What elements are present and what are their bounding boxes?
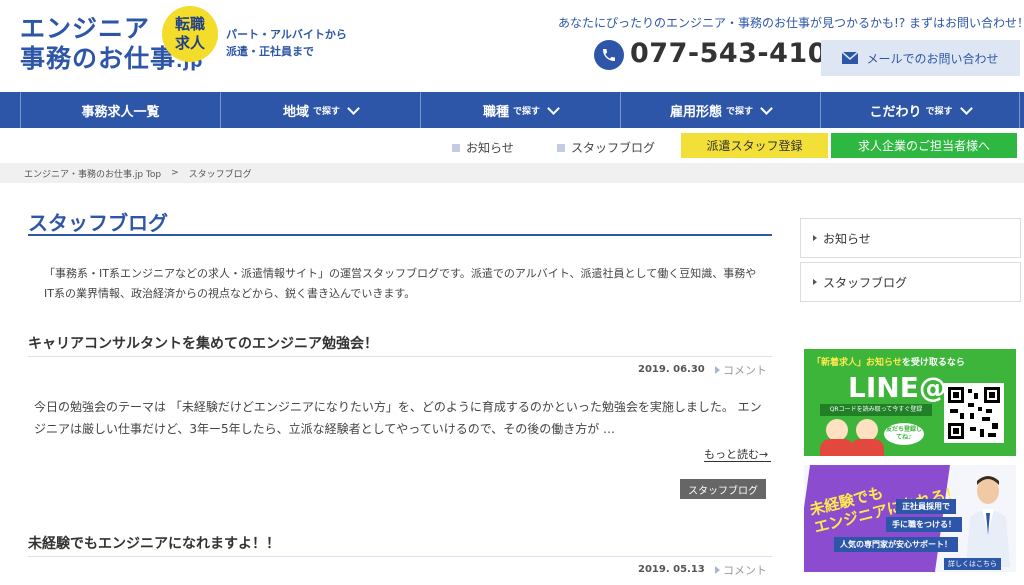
post-excerpt: 今日の勉強会のテーマは 「未経験だけどエンジニアになりたい方」を、どのように育成… bbox=[34, 400, 762, 436]
nav-job-type[interactable]: 職種 で探す bbox=[420, 92, 620, 128]
post-divider bbox=[28, 356, 772, 357]
triangle-right-icon bbox=[715, 566, 720, 574]
nav-preferences[interactable]: こだわり で探す bbox=[820, 92, 1020, 128]
line-banner[interactable]: 「新着求人」お知らせを受け取るなら LINE@ QRコードを読み取って今すぐ登録… bbox=[804, 349, 1016, 456]
line-banner-headline: 「新着求人」お知らせを受け取るなら bbox=[812, 358, 965, 368]
post-divider bbox=[28, 556, 772, 557]
breadcrumb-current: スタッフブログ bbox=[188, 169, 252, 180]
read-more-underline bbox=[704, 461, 771, 462]
phone-number[interactable]: 077-543-4106 bbox=[630, 38, 846, 69]
square-bullet-icon bbox=[557, 143, 565, 152]
person-illustration bbox=[856, 419, 878, 441]
read-more-link[interactable]: もっと読む→ bbox=[704, 446, 768, 462]
mail-icon bbox=[842, 52, 859, 64]
companies-button[interactable]: 求人企業のご担当者様へ bbox=[831, 133, 1017, 158]
banner-point: 人気の専門家が安心サポート！ bbox=[834, 537, 958, 552]
chevron-down-icon bbox=[547, 101, 560, 115]
breadcrumb-separator: > bbox=[171, 168, 179, 178]
logo-subtitle: パート・アルバイトから 派遣・正社員まで bbox=[226, 28, 347, 58]
chevron-down-icon bbox=[347, 101, 360, 115]
chevron-down-icon bbox=[959, 101, 973, 115]
post-date: 2019. 06.30 bbox=[638, 364, 705, 375]
mail-contact-button[interactable]: メールでのお問い合わせ bbox=[821, 40, 1020, 76]
post-category-tag[interactable]: スタッフブログ bbox=[680, 479, 766, 499]
banner-point: 正社員採用で bbox=[896, 499, 956, 514]
person-illustration bbox=[820, 439, 854, 456]
logo-line1[interactable]: エンジニア bbox=[20, 14, 150, 44]
main-nav: 事務求人一覧 地域 で探す 職種 で探す 雇用形態 で探す こだわり で探す bbox=[0, 92, 1024, 128]
subnav-news-link[interactable]: お知らせ bbox=[452, 139, 514, 156]
logo-badge: 転職 求人 bbox=[162, 6, 218, 62]
nav-job-list[interactable]: 事務求人一覧 bbox=[20, 92, 220, 128]
post-comment-link[interactable]: コメント bbox=[715, 562, 767, 578]
phone-icon bbox=[594, 40, 624, 70]
breadcrumb-home[interactable]: エンジニア・事務のお仕事.jp Top bbox=[24, 167, 161, 180]
banner-details-link[interactable]: 詳しくはこちら bbox=[944, 558, 1001, 570]
line-speech-bubble: 友だち登録してね♪ bbox=[884, 423, 924, 445]
post-comment-link[interactable]: コメント bbox=[715, 362, 767, 378]
businessman-illustration bbox=[966, 476, 1010, 567]
line-qr-caption: QRコードを読み取って今すぐ登録 bbox=[820, 404, 932, 416]
qr-code-icon bbox=[944, 383, 1004, 443]
title-divider bbox=[28, 234, 772, 236]
breadcrumb: エンジニア・事務のお仕事.jp Top > スタッフブログ bbox=[0, 163, 1024, 183]
engineer-recruit-banner[interactable]: 未経験でも エンジニアになれる！ 正社員採用で 手に職をつける！ 人気の専門家が安… bbox=[804, 465, 1016, 572]
triangle-right-icon bbox=[715, 366, 720, 374]
subnav-blog-link[interactable]: スタッフブログ bbox=[557, 139, 655, 156]
sidebar-link-blog[interactable]: スタッフブログ bbox=[800, 262, 1021, 302]
chevron-down-icon bbox=[760, 101, 773, 115]
triangle-right-icon bbox=[813, 235, 817, 241]
line-logo: LINE@ bbox=[848, 371, 947, 404]
post-date: 2019. 05.13 bbox=[638, 564, 705, 575]
header-tagline: あなたにぴったりのエンジニア・事務のお仕事が見つかるかも!? まずはお問い合わせ… bbox=[558, 16, 1024, 30]
person-illustration bbox=[826, 419, 848, 441]
site-header: エンジニア 事務のお仕事.jp 転職 求人 パート・アルバイトから 派遣・正社員まで… bbox=[0, 0, 1024, 92]
staff-register-button[interactable]: 派遣スタッフ登録 bbox=[681, 133, 828, 158]
sidebar-link-news[interactable]: お知らせ bbox=[800, 218, 1021, 258]
blog-intro: 「事務系・IT系エンジニアなどの求人・派遣情報サイト」の運営スタッフブログです。… bbox=[44, 267, 757, 300]
triangle-right-icon bbox=[813, 279, 817, 285]
nav-region[interactable]: 地域 で探す bbox=[220, 92, 420, 128]
banner-point: 手に職をつける！ bbox=[886, 517, 962, 532]
person-illustration bbox=[850, 439, 884, 456]
nav-employment-type[interactable]: 雇用形態 で探す bbox=[620, 92, 820, 128]
post-title[interactable]: キャリアコンサルタントを集めてのエンジニア勉強会！ bbox=[28, 333, 378, 353]
square-bullet-icon bbox=[452, 143, 460, 152]
post-title[interactable]: 未経験でもエンジニアになれますよ！！ bbox=[28, 533, 280, 553]
page-title: スタッフブログ bbox=[28, 211, 168, 235]
